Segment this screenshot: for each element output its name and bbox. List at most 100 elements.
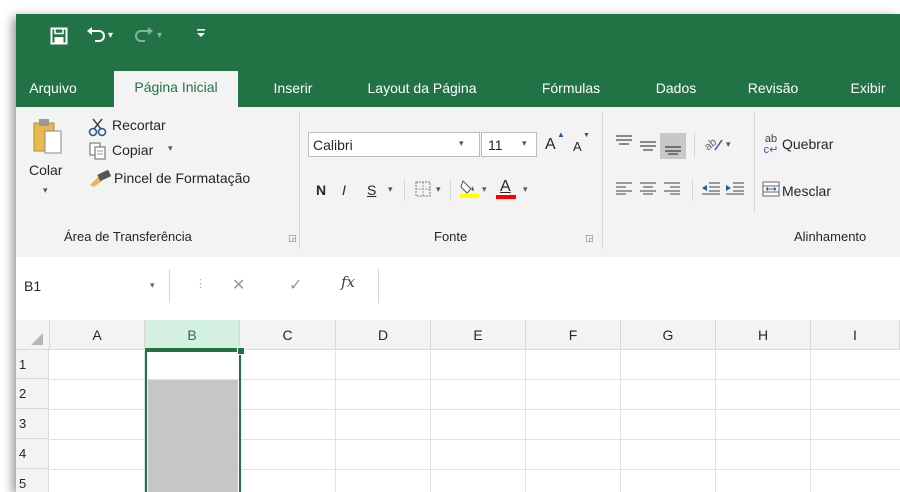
- separator: [404, 179, 405, 201]
- align-top-icon[interactable]: [614, 134, 634, 151]
- font-group-label: Fonte: [434, 229, 468, 244]
- grow-arrow-icon: ▲: [557, 130, 565, 139]
- tab-arquivo[interactable]: Arquivo: [20, 72, 86, 107]
- clipboard-group-label: Área de Transferência: [64, 229, 192, 244]
- separator: [754, 113, 755, 213]
- splitter-icon[interactable]: ⋮: [195, 277, 206, 290]
- row-header-3[interactable]: 3: [16, 409, 49, 439]
- chevron-down-icon[interactable]: ▾: [150, 280, 155, 291]
- wrap-text-icon: ab c↵: [763, 133, 779, 156]
- format-painter-label: Pincel de Formatação: [114, 170, 251, 186]
- font-color-swatch: [496, 195, 516, 199]
- align-right-icon[interactable]: [662, 181, 682, 198]
- alignment-group-label: Alinhamento: [794, 229, 867, 244]
- formula-input[interactable]: [378, 269, 900, 303]
- tab-exibir[interactable]: Exibir: [838, 72, 898, 107]
- shrink-arrow-icon: ▼: [583, 132, 590, 139]
- font-dialog-launcher-icon[interactable]: ◲: [585, 233, 594, 244]
- separator: [450, 179, 451, 201]
- copy-icon: [88, 142, 108, 163]
- align-middle-icon[interactable]: [638, 138, 658, 155]
- gridline: [525, 351, 526, 492]
- gridline: [810, 351, 811, 492]
- underline-dropdown-icon[interactable]: ▾: [388, 184, 393, 195]
- wrap-text-button[interactable]: ab c↵ Quebrar: [760, 133, 900, 157]
- column-header-a[interactable]: A: [50, 320, 145, 350]
- tab-revisao[interactable]: Revisão: [738, 72, 808, 107]
- font-size-select[interactable]: 11 ▾: [481, 132, 537, 157]
- borders-icon[interactable]: [414, 181, 432, 200]
- brush-icon: [88, 169, 112, 190]
- shrink-font-button[interactable]: A: [573, 139, 582, 154]
- row-header-5[interactable]: 5: [16, 469, 49, 492]
- orientation-dropdown-icon[interactable]: ▾: [726, 139, 731, 150]
- wrap-text-label: Quebrar: [782, 136, 834, 152]
- tab-formulas[interactable]: Fórmulas: [530, 72, 612, 107]
- customize-qat-icon[interactable]: [196, 26, 206, 47]
- tab-pagina-inicial[interactable]: Página Inicial: [114, 71, 238, 107]
- copy-button[interactable]: Copiar ▾: [88, 140, 198, 162]
- name-box[interactable]: B1 ▾: [16, 269, 170, 303]
- borders-dropdown-icon[interactable]: ▾: [436, 184, 441, 195]
- separator: [692, 179, 693, 201]
- bold-button[interactable]: N: [316, 182, 326, 198]
- title-bar: ▾ ▾: [16, 14, 900, 60]
- column-header-i[interactable]: I: [811, 320, 900, 350]
- undo-dropdown-icon[interactable]: ▾: [108, 26, 113, 46]
- enter-icon[interactable]: ✓: [289, 275, 302, 295]
- column-header-c[interactable]: C: [240, 320, 336, 350]
- column-header-f[interactable]: F: [526, 320, 621, 350]
- copy-label: Copiar: [112, 142, 154, 158]
- tab-dados[interactable]: Dados: [646, 72, 706, 107]
- fill-color-dropdown-icon[interactable]: ▾: [482, 184, 487, 195]
- paste-button[interactable]: Colar ▾: [26, 113, 70, 223]
- row-header-1[interactable]: 1: [16, 350, 49, 379]
- undo-icon[interactable]: [86, 26, 106, 50]
- separator: [694, 133, 695, 157]
- svg-text:ab: ab: [702, 136, 719, 153]
- orientation-icon[interactable]: ab: [702, 134, 724, 157]
- align-left-icon[interactable]: [614, 181, 634, 198]
- active-cell-b1[interactable]: [147, 352, 239, 379]
- formula-bar: B1 ▾ ⋮ ✕ ✓ fx: [16, 257, 900, 314]
- italic-button[interactable]: I: [342, 182, 346, 198]
- increase-indent-icon[interactable]: [724, 181, 746, 198]
- chevron-down-icon: ▾: [522, 138, 527, 148]
- decrease-indent-icon[interactable]: [700, 181, 722, 198]
- align-center-icon[interactable]: [638, 181, 658, 198]
- redo-dropdown-icon[interactable]: ▾: [157, 26, 162, 46]
- cancel-icon[interactable]: ✕: [232, 275, 245, 295]
- excel-window: ▾ ▾ Arquivo Página Inicial Inserir Layou…: [16, 14, 900, 492]
- select-all-corner[interactable]: [16, 320, 50, 350]
- tab-inserir[interactable]: Inserir: [260, 72, 326, 107]
- column-header-d[interactable]: D: [336, 320, 431, 350]
- row-header-2[interactable]: 2: [16, 379, 49, 409]
- merge-button[interactable]: Mesclar: [760, 179, 900, 203]
- font-name-select[interactable]: Calibri ▾: [308, 132, 480, 157]
- tab-layout-da-pagina[interactable]: Layout da Página: [352, 72, 492, 107]
- column-header-g[interactable]: G: [621, 320, 716, 350]
- save-icon[interactable]: [50, 27, 68, 51]
- column-header-b[interactable]: B: [145, 320, 240, 350]
- fill-color-icon[interactable]: [458, 177, 480, 202]
- clipboard-dialog-launcher-icon[interactable]: ◲: [288, 233, 297, 244]
- font-name-value: Calibri: [313, 137, 353, 153]
- font-color-button[interactable]: A: [494, 177, 518, 201]
- paste-dropdown-icon[interactable]: ▾: [43, 185, 48, 196]
- column-header-e[interactable]: E: [431, 320, 526, 350]
- font-color-dropdown-icon[interactable]: ▾: [523, 184, 528, 195]
- insert-function-icon[interactable]: fx: [341, 273, 355, 291]
- redo-icon[interactable]: [134, 26, 154, 50]
- align-bottom-button[interactable]: [660, 133, 686, 159]
- align-bottom-icon: [664, 141, 682, 158]
- grow-font-button[interactable]: A: [545, 136, 556, 154]
- row-header-4[interactable]: 4: [16, 439, 49, 469]
- column-header-h[interactable]: H: [716, 320, 811, 350]
- group-separator: [602, 113, 603, 249]
- paste-label: Colar: [29, 162, 63, 178]
- underline-button[interactable]: S: [367, 182, 376, 198]
- cut-button[interactable]: Recortar: [88, 115, 198, 137]
- format-painter-button[interactable]: Pincel de Formatação: [88, 165, 298, 189]
- copy-dropdown-icon[interactable]: ▾: [168, 143, 173, 154]
- worksheet-grid[interactable]: A B C D E F G H I 1 2 3 4 5: [16, 314, 900, 492]
